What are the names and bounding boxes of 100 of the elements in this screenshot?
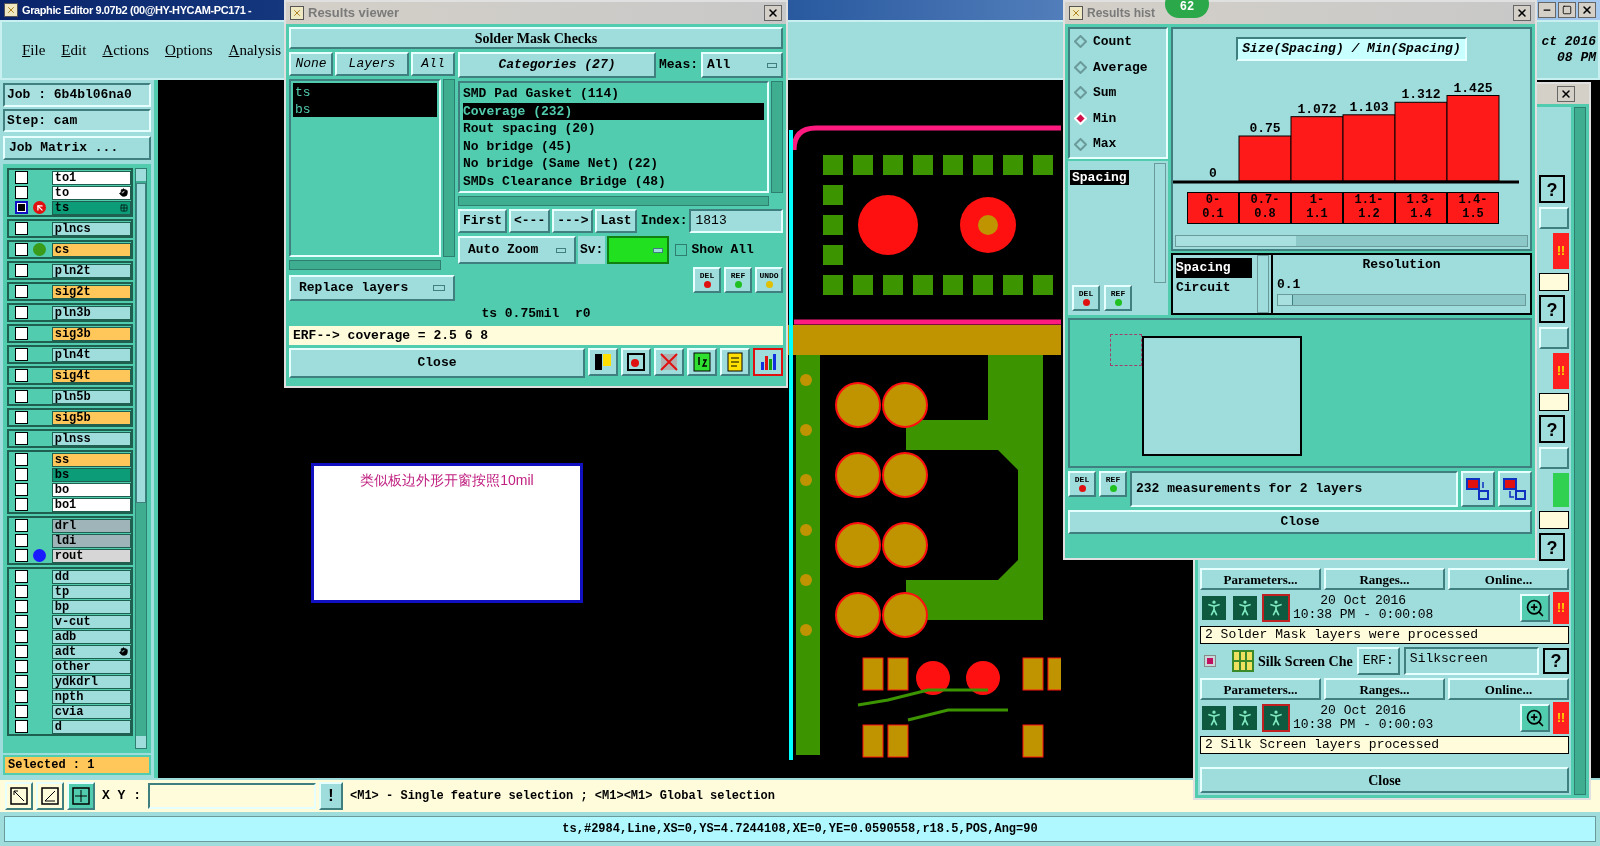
layer-checkbox[interactable] (15, 201, 28, 214)
report-tool[interactable] (720, 348, 750, 376)
layer-item[interactable]: pln3b (51, 305, 131, 320)
layer-item[interactable]: dd (51, 569, 131, 584)
check-option-button[interactable]: Parameters... (1200, 678, 1321, 700)
export-histogram-button[interactable] (1461, 471, 1495, 507)
delete-button[interactable]: DEL (693, 267, 721, 293)
severity-dropdown[interactable] (607, 236, 670, 264)
category-item[interactable]: SMD Pad Gasket (114) (463, 85, 764, 103)
category-item[interactable]: SMDs Clearance Bridge (48) (463, 172, 764, 190)
layer-checkbox[interactable] (15, 171, 28, 184)
layer-checkbox[interactable] (15, 306, 28, 319)
layer-checkbox[interactable] (15, 600, 28, 613)
resolution-slider[interactable] (1277, 294, 1526, 306)
menu-item[interactable]: Analysis (228, 38, 282, 62)
layer-checkbox[interactable] (15, 264, 28, 277)
help-button[interactable]: ? (1543, 648, 1569, 674)
layer-item[interactable]: tp (51, 584, 131, 599)
menu-item[interactable]: Options (165, 38, 213, 62)
layer-item[interactable]: drl (51, 518, 131, 533)
layer-item[interactable]: adb (51, 629, 131, 644)
layer-checkbox[interactable] (15, 348, 28, 361)
layer-item[interactable]: v-cut (51, 614, 131, 629)
erf-button[interactable]: ERF: (1356, 647, 1400, 675)
categories-button[interactable]: Categories (27) (458, 52, 656, 78)
layer-item[interactable]: ydkdrl (51, 674, 131, 689)
layer-item[interactable]: ldi (51, 533, 131, 548)
menu-item[interactable]: File (22, 38, 46, 62)
radio-button[interactable] (1074, 35, 1087, 49)
layer-filter-button[interactable]: Layers (335, 52, 409, 76)
numbers-tool[interactable] (687, 348, 717, 376)
option-button[interactable] (1539, 447, 1569, 469)
navigation-button[interactable]: ---> (552, 209, 594, 233)
menu-item[interactable]: Edit (61, 38, 87, 62)
meas-dropdown[interactable]: All (701, 52, 783, 78)
column-item[interactable]: Spacing (1176, 258, 1252, 278)
layer-checkbox[interactable] (15, 390, 28, 403)
layer-list-item[interactable]: bs (293, 100, 437, 117)
layer-item[interactable]: bo (51, 482, 131, 497)
layer-checkbox[interactable] (15, 675, 28, 688)
layer-filter-button[interactable]: All (411, 52, 455, 76)
close-button[interactable] (1557, 86, 1575, 102)
layer-checkbox[interactable] (15, 483, 28, 496)
layer-item[interactable]: pln5b (51, 389, 131, 404)
navigation-button[interactable]: Last (595, 209, 637, 233)
layer-item[interactable]: d (51, 719, 131, 734)
layer-item[interactable]: cs (51, 242, 131, 257)
layer-checkbox[interactable] (15, 519, 28, 532)
layer-checkbox[interactable] (15, 243, 28, 256)
layer-checkbox[interactable] (15, 615, 28, 628)
layer-checkbox[interactable] (15, 549, 28, 562)
replace-layers-dropdown[interactable]: Replace layers (289, 275, 455, 301)
layer-checkbox[interactable] (15, 720, 28, 733)
close-button[interactable] (1578, 2, 1596, 18)
category-item[interactable]: Coverage (232) (463, 102, 764, 120)
layer-checkbox[interactable] (15, 468, 28, 481)
minimize-button[interactable] (1538, 2, 1556, 18)
layer-checkbox[interactable] (15, 660, 28, 673)
help-button[interactable]: ? (1539, 175, 1565, 203)
layer-checkbox[interactable] (15, 498, 28, 511)
layer-checkbox[interactable] (15, 630, 28, 643)
help-button[interactable]: ? (1539, 295, 1565, 323)
layer-checkbox[interactable] (15, 690, 28, 703)
layer-item[interactable]: plncs (51, 221, 131, 236)
help-button[interactable]: ? (1539, 533, 1565, 561)
navigation-button[interactable]: <--- (509, 209, 551, 233)
xy-input[interactable] (148, 783, 316, 809)
show-all-checkbox[interactable] (675, 244, 688, 256)
option-button[interactable] (1539, 207, 1569, 229)
layer-item[interactable]: bs (51, 467, 131, 482)
layer-item[interactable]: npth (51, 689, 131, 704)
help-button[interactable]: ? (1539, 415, 1565, 443)
layer-checkbox[interactable] (15, 186, 28, 199)
scrollbar[interactable] (135, 168, 147, 749)
option-button[interactable] (1539, 327, 1569, 349)
delete-button[interactable]: DEL (1068, 471, 1096, 497)
delete-button[interactable]: DEL (1072, 285, 1100, 311)
scrollbar[interactable] (289, 260, 441, 270)
layer-checkbox[interactable] (15, 645, 28, 658)
close-button[interactable] (1513, 5, 1531, 21)
layer-item[interactable]: sig2t (51, 284, 131, 299)
layer-checkbox[interactable] (15, 705, 28, 718)
measure-item[interactable]: Spacing (1070, 170, 1129, 185)
refresh-button[interactable]: REF (724, 267, 752, 293)
check-option-button[interactable]: Online... (1448, 678, 1569, 700)
layer-item[interactable]: sig3b (51, 326, 131, 341)
close-button[interactable]: Close (1200, 767, 1569, 793)
layer-checkbox[interactable] (15, 570, 28, 583)
layer-checkbox[interactable] (15, 327, 28, 340)
layer-item[interactable]: pln2t (51, 263, 131, 278)
undo-button[interactable]: UNDO (755, 267, 783, 293)
column-item[interactable]: Circuit (1176, 277, 1252, 297)
layer-item[interactable]: ss (51, 452, 131, 467)
scrollbar[interactable] (443, 79, 455, 257)
check-option-button[interactable]: Ranges... (1324, 678, 1445, 700)
category-item[interactable]: No bridge (45) (463, 137, 764, 155)
job-matrix-button[interactable]: Job Matrix ... (3, 136, 151, 160)
check-option-button[interactable]: Online... (1448, 568, 1569, 590)
layer-item[interactable]: rout (51, 548, 131, 563)
scrollbar[interactable] (1175, 235, 1528, 247)
